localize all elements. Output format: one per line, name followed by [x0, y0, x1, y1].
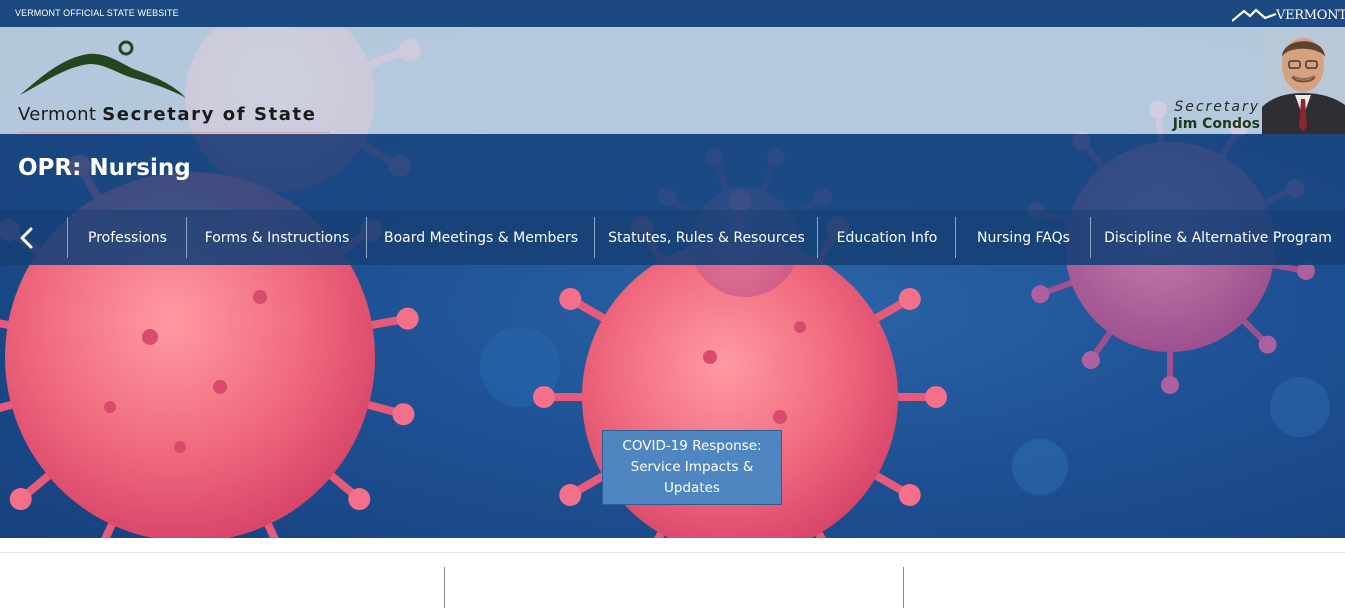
column-divider — [444, 567, 445, 608]
nav-item-forms-instructions[interactable]: Forms & Instructions — [186, 217, 367, 258]
site-title-bold: Secretary of State — [102, 104, 317, 125]
page-title: OPR: Nursing — [18, 155, 191, 181]
nav-item-discipline-program[interactable]: Discipline & Alternative Program — [1090, 217, 1345, 258]
site-title[interactable]: Vermont Secretary of State — [18, 104, 317, 125]
nav-item-professions[interactable]: Professions — [67, 217, 187, 258]
official-state-label: VERMONT OFFICIAL STATE WEBSITE — [15, 8, 179, 18]
page-title-band — [0, 134, 1345, 210]
chevron-left-icon — [20, 227, 33, 249]
secretary-name: Jim Condos — [1172, 116, 1260, 132]
mountain-icon — [1232, 8, 1276, 22]
site-title-prefix: Vermont — [18, 104, 97, 125]
vermont-state-logo[interactable]: VERMONT — [1232, 6, 1345, 24]
mountain-logo-icon — [20, 40, 186, 98]
column-divider — [903, 567, 904, 608]
site-title-underline — [18, 132, 330, 133]
secretary-label: Secretary — [1174, 99, 1260, 115]
secretary-of-state-logo[interactable] — [18, 40, 188, 102]
person-portrait-icon — [1262, 27, 1345, 134]
nav-back-button[interactable] — [12, 223, 42, 253]
section-divider — [0, 552, 1345, 553]
secretary-portrait — [1262, 27, 1345, 134]
nav-item-nursing-faqs[interactable]: Nursing FAQs — [955, 217, 1091, 258]
covid-response-button[interactable]: COVID-19 Response: Service Impacts & Upd… — [602, 430, 782, 505]
vermont-logo-text: VERMONT — [1276, 8, 1345, 23]
nav-item-board-meetings[interactable]: Board Meetings & Members — [366, 217, 595, 258]
nav-item-education-info[interactable]: Education Info — [817, 217, 956, 258]
nav-item-statutes-rules[interactable]: Statutes, Rules & Resources — [594, 217, 818, 258]
state-bar: VERMONT OFFICIAL STATE WEBSITE VERMONT — [0, 0, 1345, 27]
main-navigation: Professions Forms & Instructions Board M… — [0, 210, 1345, 265]
